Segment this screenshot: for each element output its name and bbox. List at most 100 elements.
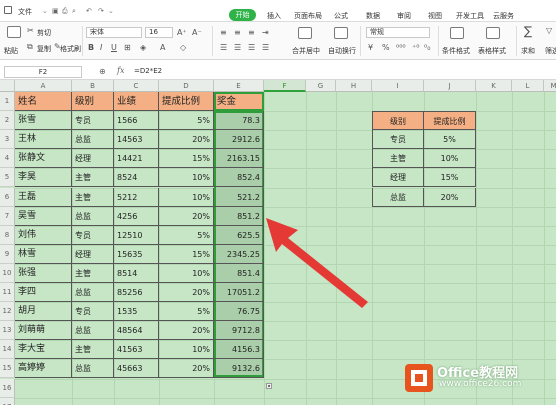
decimal-increase-icon[interactable]: ⁺⁰ xyxy=(412,43,419,53)
column-header-b[interactable]: B xyxy=(72,80,114,92)
cell-name[interactable]: 李昊 xyxy=(15,168,72,188)
rate-cell-level[interactable]: 主管 xyxy=(372,149,424,169)
name-box[interactable]: F2 xyxy=(4,66,82,78)
font-name-select[interactable]: 宋体 xyxy=(86,27,142,38)
cell-sales[interactable]: 45663 xyxy=(114,359,159,379)
print-icon[interactable]: ⎙ xyxy=(62,7,68,16)
align-bottom-icon[interactable]: ≡ xyxy=(248,28,255,38)
cell-sales[interactable]: 1566 xyxy=(114,111,159,131)
formula-input[interactable]: =D2*E2 xyxy=(134,67,162,75)
cell-rate[interactable]: 20% xyxy=(159,321,214,341)
cell-name[interactable]: 吴雪 xyxy=(15,206,72,226)
cell-name[interactable]: 刘伟 xyxy=(15,225,72,245)
font-grow-icon[interactable]: A⁺ xyxy=(177,28,187,38)
tab-insert[interactable]: 插入 xyxy=(267,11,281,21)
menu-file[interactable]: 文件 xyxy=(18,7,32,17)
align-right-icon[interactable]: ☰ xyxy=(248,43,255,53)
currency-icon[interactable]: ¥ xyxy=(368,43,373,53)
copy-icon[interactable]: ⧉ xyxy=(27,42,33,52)
cell-sales[interactable]: 1535 xyxy=(114,302,159,322)
paste-icon[interactable] xyxy=(7,26,21,38)
header-rate[interactable]: 提成比例 xyxy=(159,92,214,112)
cell-sales[interactable]: 8514 xyxy=(114,263,159,283)
filter-button[interactable]: 筛选 xyxy=(545,46,556,56)
percent-icon[interactable]: % xyxy=(382,43,390,53)
cell-rate[interactable]: 20% xyxy=(159,206,214,226)
row-header[interactable]: 10 xyxy=(0,263,15,283)
wrap-text-icon[interactable] xyxy=(334,27,348,39)
table-style-icon[interactable] xyxy=(486,27,500,39)
worksheet[interactable]: A B C D E F G H I J K L M 1 2 3 4 5 6 7 8 9 10 11 1… xyxy=(0,80,556,405)
column-header-j[interactable]: J xyxy=(424,80,476,92)
cell-rate[interactable]: 10% xyxy=(159,340,214,360)
italic-icon[interactable]: I xyxy=(100,43,102,53)
tab-data[interactable]: 数据 xyxy=(366,11,380,21)
thousands-icon[interactable]: ⁰⁰⁰ xyxy=(396,43,406,53)
rate-cell-rate[interactable]: 20% xyxy=(424,187,476,207)
cell-rate[interactable]: 20% xyxy=(159,359,214,379)
cell-sales[interactable]: 48564 xyxy=(114,321,159,341)
clear-format-icon[interactable]: ◇ xyxy=(180,43,186,53)
row-header[interactable]: 16 xyxy=(0,378,15,398)
cell-level[interactable]: 专员 xyxy=(72,302,114,322)
fx-icon[interactable]: fx xyxy=(117,66,124,75)
cell-rate[interactable]: 10% xyxy=(159,263,214,283)
cell-name[interactable]: 张强 xyxy=(15,263,72,283)
cell-bonus[interactable]: 76.75 xyxy=(214,302,264,322)
font-size-select[interactable]: 16 xyxy=(145,27,173,38)
tab-home[interactable]: 开始 xyxy=(229,9,256,21)
header-bonus[interactable]: 奖金 xyxy=(214,92,264,112)
underline-icon[interactable]: U xyxy=(111,43,117,53)
tab-page-layout[interactable]: 页面布局 xyxy=(294,11,322,21)
row-header[interactable]: 4 xyxy=(0,149,15,169)
cell-level[interactable]: 总监 xyxy=(72,130,114,150)
scissors-icon[interactable]: ✂ xyxy=(27,26,34,36)
bold-icon[interactable]: B xyxy=(88,43,94,53)
cell-level[interactable]: 总监 xyxy=(72,359,114,379)
tab-formulas[interactable]: 公式 xyxy=(334,11,348,21)
number-format-select[interactable]: 常规 xyxy=(366,27,430,38)
row-header[interactable]: 17 xyxy=(0,397,15,405)
cell-name[interactable]: 李大宝 xyxy=(15,340,72,360)
cell-level[interactable]: 专员 xyxy=(72,111,114,131)
tab-developer[interactable]: 开发工具 xyxy=(456,11,484,21)
column-header-c[interactable]: C xyxy=(114,80,159,92)
copy-button[interactable]: 复制 xyxy=(37,44,51,54)
cell-sales[interactable]: 85256 xyxy=(114,283,159,303)
column-header-d[interactable]: D xyxy=(159,80,214,92)
rate-cell-level[interactable]: 总监 xyxy=(372,187,424,207)
cell-bonus[interactable]: 625.5 xyxy=(214,225,264,245)
rate-header-rate[interactable]: 提成比例 xyxy=(424,111,476,131)
row-header[interactable]: 8 xyxy=(0,225,15,245)
cell-rate[interactable]: 20% xyxy=(159,130,214,150)
cell-bonus[interactable]: 4156.3 xyxy=(214,340,264,360)
column-header-k[interactable]: K xyxy=(476,80,512,92)
row-header[interactable]: 7 xyxy=(0,206,15,226)
more-icon[interactable]: ⌄ xyxy=(108,7,114,15)
menu-icon[interactable] xyxy=(4,6,12,14)
sum-icon[interactable]: ∑ xyxy=(524,25,532,37)
cell-name[interactable]: 张静文 xyxy=(15,149,72,169)
rate-cell-rate[interactable]: 10% xyxy=(424,149,476,169)
tab-view[interactable]: 视图 xyxy=(428,11,442,21)
cell-bonus[interactable]: 9712.8 xyxy=(214,321,264,341)
cell-level[interactable]: 总监 xyxy=(72,206,114,226)
column-header-f[interactable]: F xyxy=(264,80,306,92)
rate-cell-level[interactable]: 经理 xyxy=(372,168,424,188)
row-header[interactable]: 1 xyxy=(0,92,15,112)
cell-rate[interactable]: 15% xyxy=(159,244,214,264)
row-header[interactable]: 3 xyxy=(0,130,15,150)
cell-name[interactable]: 胡月 xyxy=(15,302,72,322)
tab-review[interactable]: 审阅 xyxy=(397,11,411,21)
align-left-icon[interactable]: ☰ xyxy=(220,43,227,53)
cell-level[interactable]: 经理 xyxy=(72,149,114,169)
row-header[interactable]: 13 xyxy=(0,321,15,341)
table-style-button[interactable]: 表格样式 xyxy=(478,46,506,56)
font-color-icon[interactable]: A xyxy=(160,43,165,53)
align-center-icon[interactable]: ☰ xyxy=(234,43,241,53)
rate-cell-rate[interactable]: 15% xyxy=(424,168,476,188)
wrap-text-button[interactable]: 自动换行 xyxy=(328,46,356,56)
font-shrink-icon[interactable]: A⁻ xyxy=(192,28,202,38)
cell-sales[interactable]: 5212 xyxy=(114,187,159,207)
cell-bonus[interactable]: 78.3 xyxy=(214,111,264,131)
